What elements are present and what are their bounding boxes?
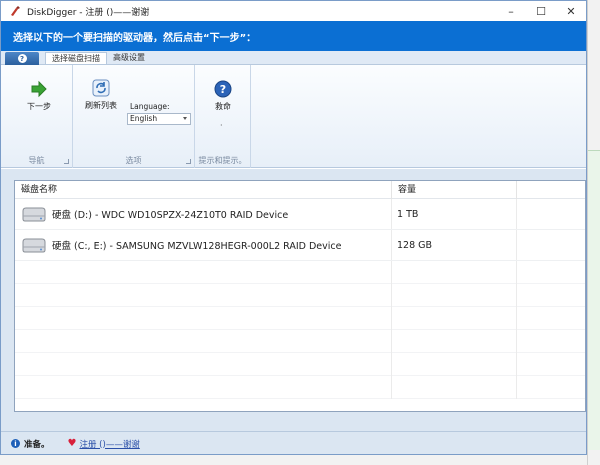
refresh-icon	[92, 79, 110, 97]
next-button[interactable]: 下一步	[19, 80, 59, 112]
group-launcher-icon[interactable]	[186, 159, 191, 164]
drive-spacer-cell	[517, 199, 585, 229]
empty-list-row	[15, 307, 585, 330]
drive-list-header: 磁盘名称 容量	[15, 181, 585, 199]
app-menu-button[interactable]: ?	[5, 52, 39, 65]
help-orb-icon: ?	[17, 54, 27, 63]
column-header-capacity[interactable]: 容量	[392, 181, 517, 199]
close-button[interactable]: ✕	[556, 1, 586, 21]
help-button[interactable]: ? 救命	[203, 80, 243, 112]
drive-capacity: 128 GB	[397, 239, 433, 251]
ribbon-panel: 下一步 导航 刷新列表 Language: English 选项 ? 救命 · …	[1, 65, 586, 168]
register-link[interactable]: 注册 ()——谢谢	[79, 438, 139, 450]
ribbon-group-label-navigation: 导航	[28, 156, 45, 165]
heart-icon: ♥	[67, 438, 77, 449]
refresh-list-label: 刷新列表	[85, 101, 117, 110]
window-controls: – ☐ ✕	[496, 1, 586, 21]
diskdigger-app-icon	[11, 6, 20, 16]
empty-list-row	[15, 284, 585, 307]
hard-drive-icon	[22, 207, 46, 222]
status-ready-text: 准备。	[24, 439, 50, 450]
tab-select-disk[interactable]: 选择磁盘扫描	[45, 52, 107, 64]
background-panel	[588, 150, 600, 450]
drive-list-area: 磁盘名称 容量 硬盘 (D:) - WDC WD10SPZX-24Z10T0 R…	[1, 169, 586, 431]
drive-capacity: 1 TB	[397, 208, 419, 220]
language-select[interactable]: English	[127, 113, 191, 125]
ribbon-group-help: ? 救命 · 提示和提示。	[195, 65, 251, 168]
ribbon-group-label-options: 选项	[125, 156, 142, 165]
empty-list-row	[15, 353, 585, 376]
next-button-label: 下一步	[27, 102, 51, 111]
empty-list-row	[15, 376, 585, 399]
help-question-icon: ?	[214, 80, 232, 98]
column-header-disk-name[interactable]: 磁盘名称	[15, 181, 392, 199]
column-header-spacer	[517, 181, 585, 199]
language-value: English	[130, 114, 158, 123]
tab-advanced[interactable]: 高级设置	[107, 52, 151, 64]
drive-name-cell: 硬盘 (C:, E:) - SAMSUNG MZVLW128HEGR-000L2…	[15, 230, 392, 260]
empty-list-row	[15, 330, 585, 353]
ribbon-tab-strip: ? 选择磁盘扫描 高级设置	[1, 51, 586, 65]
maximize-button[interactable]: ☐	[526, 1, 556, 21]
ribbon-group-navigation: 下一步 导航	[1, 65, 73, 168]
drive-row[interactable]: 硬盘 (D:) - WDC WD10SPZX-24Z10T0 RAID Devi…	[15, 199, 585, 230]
green-arrow-right-icon	[31, 80, 47, 98]
drive-name: 硬盘 (C:, E:) - SAMSUNG MZVLW128HEGR-000L2…	[52, 241, 342, 252]
empty-list-row	[15, 261, 585, 284]
diskdigger-window: DiskDigger - 注册 ()——谢谢 – ☐ ✕ 选择以下的一个要扫描的…	[0, 0, 587, 455]
hard-drive-icon	[22, 238, 46, 253]
drive-row[interactable]: 硬盘 (C:, E:) - SAMSUNG MZVLW128HEGR-000L2…	[15, 230, 585, 261]
instruction-text: 选择以下的一个要扫描的驱动器，然后点击“下一步”：	[13, 32, 257, 44]
ribbon-group-label-help: 提示和提示。	[198, 156, 247, 165]
background-window-edge	[587, 0, 600, 465]
window-title: DiskDigger - 注册 ()——谢谢	[27, 7, 150, 18]
svg-text:?: ?	[220, 83, 226, 96]
help-extra-dot: ·	[220, 121, 223, 130]
drive-spacer-cell	[517, 230, 585, 260]
drive-capacity-cell: 128 GB	[392, 230, 517, 260]
background-taskbar-strip	[0, 455, 587, 465]
language-label: Language:	[130, 102, 170, 111]
drive-name-cell: 硬盘 (D:) - WDC WD10SPZX-24Z10T0 RAID Devi…	[15, 199, 392, 229]
minimize-button[interactable]: –	[496, 1, 526, 21]
drive-list: 磁盘名称 容量 硬盘 (D:) - WDC WD10SPZX-24Z10T0 R…	[14, 180, 586, 412]
drive-name: 硬盘 (D:) - WDC WD10SPZX-24Z10T0 RAID Devi…	[52, 210, 289, 221]
group-launcher-icon[interactable]	[64, 159, 69, 164]
ribbon-group-options: 刷新列表 Language: English 选项	[73, 65, 195, 168]
refresh-list-button[interactable]: 刷新列表	[81, 79, 121, 111]
info-icon: i	[11, 439, 20, 448]
status-bar: i 准备。 ♥ 注册 ()——谢谢	[1, 431, 586, 454]
chevron-down-icon	[183, 117, 187, 120]
help-button-label: 救命	[215, 102, 231, 111]
drive-capacity-cell: 1 TB	[392, 199, 517, 229]
title-bar[interactable]: DiskDigger - 注册 ()——谢谢 – ☐ ✕	[1, 1, 586, 21]
instruction-banner: 选择以下的一个要扫描的驱动器，然后点击“下一步”：	[1, 21, 586, 51]
